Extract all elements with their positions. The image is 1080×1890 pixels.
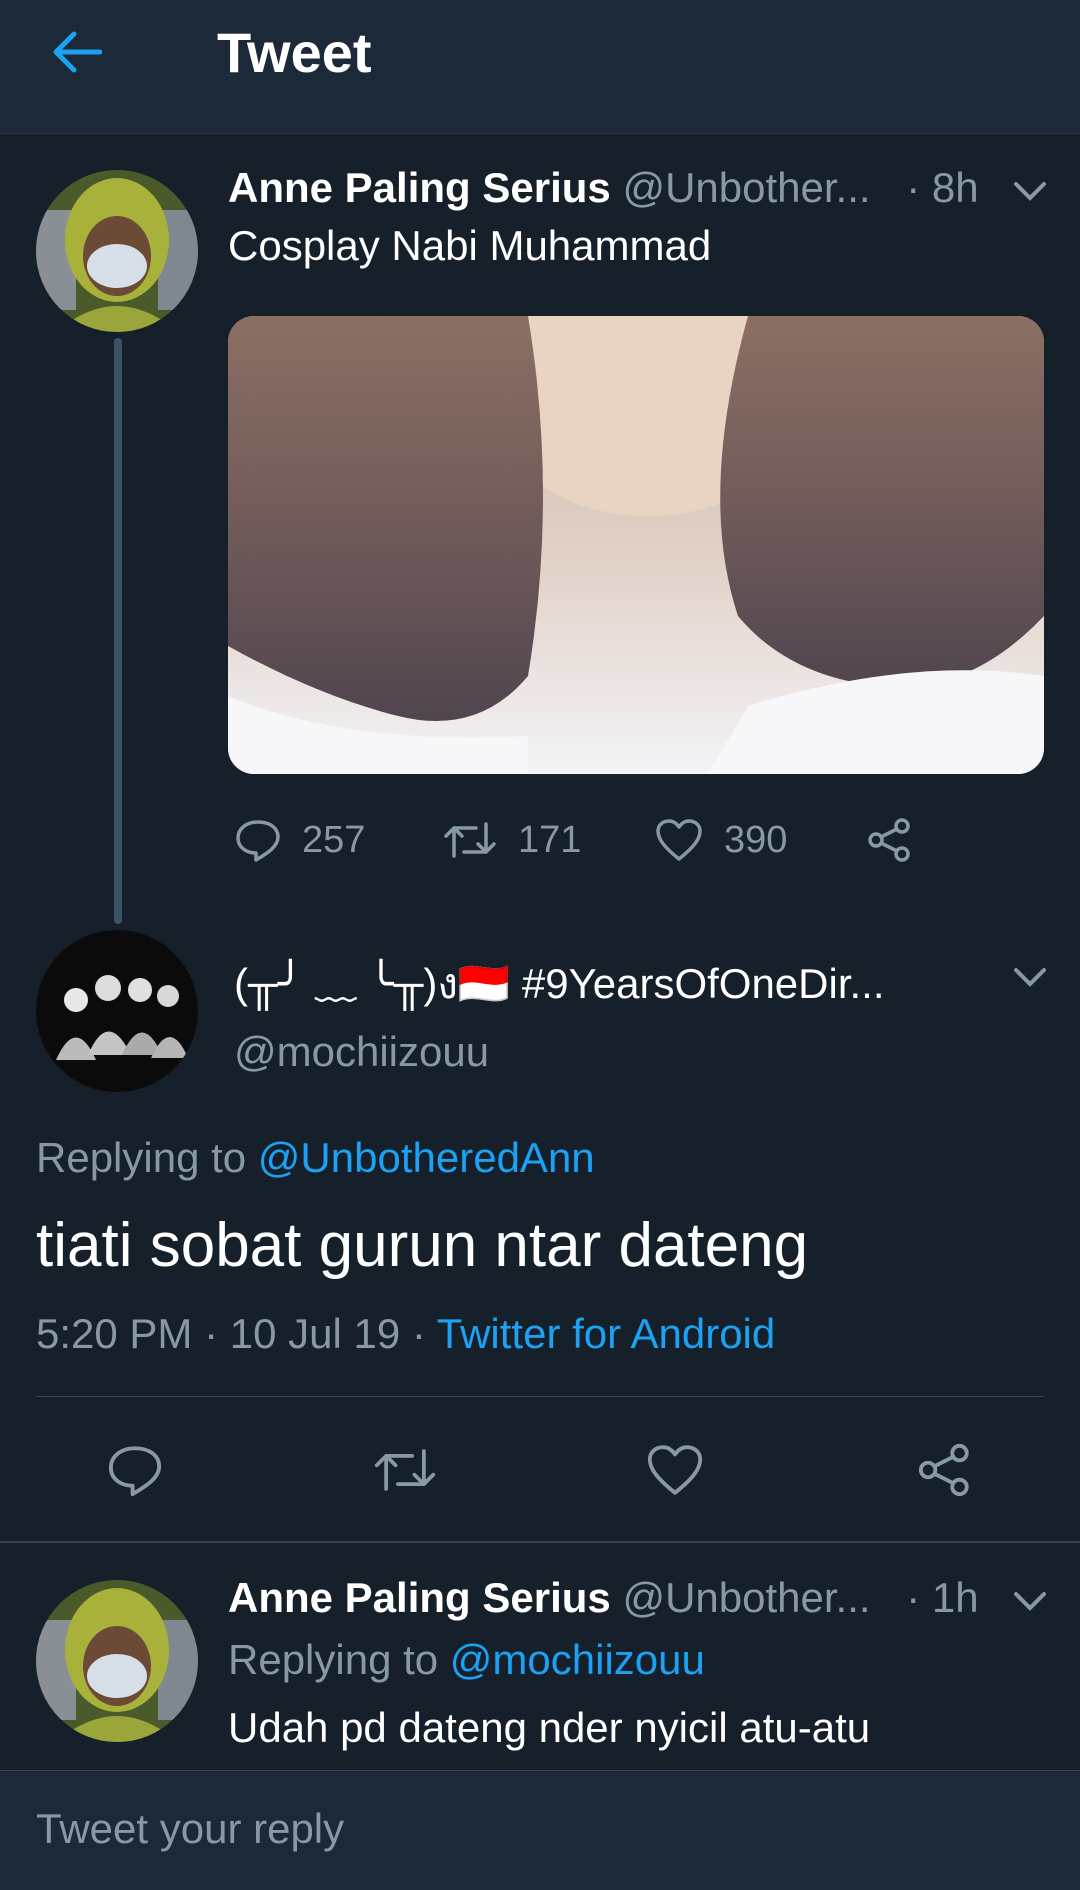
replying-to-line: Replying to @mochiizouu [228,1636,705,1684]
like-count: 390 [724,818,788,861]
reply-button[interactable]: 257 [234,810,365,870]
share-icon [868,818,910,862]
handle[interactable]: @Unbother... [622,164,870,211]
tweet-action-bar: 257 171 390 [230,810,950,870]
handle[interactable]: @Unbother... [622,1574,870,1621]
retweet-count: 171 [518,818,582,861]
retweet-button[interactable]: 171 [442,810,581,870]
like-button[interactable] [640,1435,710,1505]
heart-icon [656,819,702,861]
reply-icon [236,820,280,862]
avatar-anne[interactable] [36,1580,198,1742]
parent-tweet-header: Anne Paling Serius @Unbother... · 8h [228,164,979,212]
reply-count: 257 [302,818,366,861]
main-tweet-text: tiati sobat gurun ntar dateng [36,1211,809,1280]
main-display-name[interactable]: (╥╯ ﹏ ╰╥)ง🇮🇩 #9YearsOfOneDir... [234,950,885,1017]
thread-connector [114,338,122,924]
reply-input[interactable] [36,1799,1036,1859]
display-name[interactable]: Anne Paling Serius [228,1574,611,1621]
replying-to-link[interactable]: @mochiizouu [450,1636,705,1683]
heart-icon [647,1445,703,1495]
display-name[interactable]: Anne Paling Serius [228,164,611,211]
main-handle[interactable]: @mochiizouu [234,1028,489,1076]
retweet-icon [374,1449,436,1491]
avatar-anne[interactable] [36,170,198,332]
top-app-bar: Tweet [0,0,1080,134]
timestamp: 5:20 PM · 10 Jul 19 · [36,1310,437,1357]
tweet-text: Cosplay Nabi Muhammad [228,222,712,269]
retweet-button[interactable] [370,1435,440,1505]
section-divider [0,1541,1080,1543]
replying-to-line: Replying to @UnbotheredAnn [36,1134,595,1182]
like-button[interactable]: 390 [654,810,787,870]
replying-prefix: Replying to [228,1636,450,1683]
reply-tweet-text: Udah pd dateng nder nyicil atu-atu [228,1704,871,1751]
chevron-down-icon[interactable] [1012,180,1048,204]
retweet-icon [444,822,496,858]
replying-prefix: Replying to [36,1134,258,1181]
reply-button[interactable] [100,1435,170,1505]
tweet-meta: 5:20 PM · 10 Jul 19 · Twitter for Androi… [36,1310,775,1358]
reply-tweet-header: Anne Paling Serius @Unbother... · 1h [228,1574,979,1622]
reply-icon [108,1446,162,1497]
tweet-time: · 1h [906,1574,979,1621]
main-action-bar [0,1435,1080,1505]
chevron-down-icon[interactable] [1012,966,1048,990]
back-button[interactable] [50,22,120,82]
tweet-source-link[interactable]: Twitter for Android [437,1310,775,1357]
share-button[interactable] [910,1435,980,1505]
tweet-time: · 8h [906,164,979,211]
divider [36,1396,1044,1397]
replying-to-link[interactable]: @UnbotheredAnn [258,1134,595,1181]
tweet-photo[interactable] [228,316,1044,774]
share-button[interactable] [866,810,914,870]
chevron-down-icon[interactable] [1012,1590,1048,1614]
avatar-mochiizouu[interactable] [36,930,198,1092]
share-icon [918,1443,969,1497]
page-title: Tweet [217,21,372,84]
compose-reply-bar [0,1770,1080,1890]
arrow-left-icon [53,31,102,73]
